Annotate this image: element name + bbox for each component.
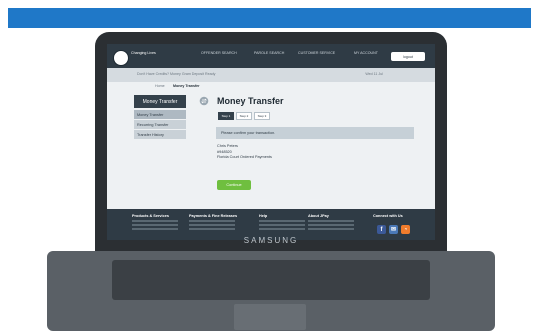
step-3: Step 3 <box>254 112 270 120</box>
sidebar-item-money-transfer[interactable]: Money Transfer <box>134 110 186 119</box>
site-navbar: Changing Lives OFFENDER SEARCH PAROLE SE… <box>107 44 435 68</box>
email-icon[interactable]: ✉ <box>389 225 398 234</box>
sidebar-title: Money Transfer <box>134 95 186 108</box>
logout-button[interactable]: logout <box>391 52 425 61</box>
rss-icon[interactable]: ◔ <box>401 225 410 234</box>
laptop-base <box>47 251 495 331</box>
footer-link-line[interactable] <box>189 228 235 230</box>
footer-col-payments: Payments & Fine Releases <box>189 214 241 232</box>
transfer-details: Chris Peters #948520 Florida Court Order… <box>217 144 272 161</box>
nav-item-offender-search[interactable]: OFFENDER SEARCH <box>201 51 237 55</box>
breadcrumb: Home Money Transfer <box>107 82 435 91</box>
footer-link-line[interactable] <box>259 228 305 230</box>
sidebar: Money Transfer Money Transfer Recurring … <box>134 95 186 155</box>
touchpad <box>234 304 306 330</box>
footer-col-about: About JPay <box>308 214 360 232</box>
subnav-date: Wed 11 Jul <box>365 72 383 76</box>
nav-item-customer-service[interactable]: CUSTOMER SERVICE <box>298 51 335 55</box>
keyboard <box>112 260 430 300</box>
top-banner <box>0 0 542 28</box>
jpay-logo <box>113 50 129 66</box>
footer-link-line[interactable] <box>308 220 354 222</box>
sidebar-item-recurring-transfer[interactable]: Recurring Transfer <box>134 120 186 129</box>
facility-name: Florida Court Ordered Payments <box>217 155 272 160</box>
step-1: Step 1 <box>218 112 234 120</box>
footer-link-line[interactable] <box>189 220 235 222</box>
footer-link-line[interactable] <box>132 224 178 226</box>
subnav-message: Don't Have Credits? Money Gram Deposit R… <box>137 72 216 76</box>
footer-title-help: Help <box>259 214 268 218</box>
footer-col-help: Help <box>259 214 311 232</box>
step-2: Step 2 <box>236 112 252 120</box>
laptop-brand: SAMSUNG <box>243 236 299 245</box>
footer-title-about: About JPay <box>308 214 329 218</box>
laptop-screen: Changing Lives OFFENDER SEARCH PAROLE SE… <box>107 44 435 240</box>
footer-col-products: Products & Services <box>132 214 184 232</box>
footer-link-line[interactable] <box>308 224 354 226</box>
footer-col-connect: Connect with Us <box>373 214 425 220</box>
money-transfer-icon <box>199 96 209 106</box>
footer-link-line[interactable] <box>132 220 178 222</box>
nav-item-parole-search[interactable]: PAROLE SEARCH <box>254 51 284 55</box>
footer-title-payments: Payments & Fine Releases <box>189 214 238 218</box>
footer-title-products: Products & Services <box>132 214 169 218</box>
footer-link-line[interactable] <box>259 220 305 222</box>
footer-link-line[interactable] <box>189 224 235 226</box>
breadcrumb-money-transfer[interactable]: Money Transfer <box>173 84 200 88</box>
sidebar-item-transfer-history[interactable]: Transfer History <box>134 130 186 139</box>
footer-link-line[interactable] <box>308 228 354 230</box>
footer-link-line[interactable] <box>132 228 178 230</box>
breadcrumb-home[interactable]: Home <box>155 84 165 88</box>
footer-title-connect: Connect with Us <box>373 214 403 218</box>
facebook-icon[interactable]: f <box>377 225 386 234</box>
brand-tagline: Changing Lives <box>131 51 156 55</box>
page-title: Money Transfer <box>217 96 284 106</box>
social-icons: f ✉ ◔ <box>377 225 410 234</box>
notice-banner: Please confirm your transaction. <box>216 127 414 139</box>
footer-link-line[interactable] <box>259 224 305 226</box>
top-blue-bar <box>8 8 531 28</box>
continue-button[interactable]: Continue <box>217 180 251 190</box>
nav-item-my-account[interactable]: MY ACCOUNT <box>354 51 378 55</box>
subnav-bar: Don't Have Credits? Money Gram Deposit R… <box>107 68 435 82</box>
